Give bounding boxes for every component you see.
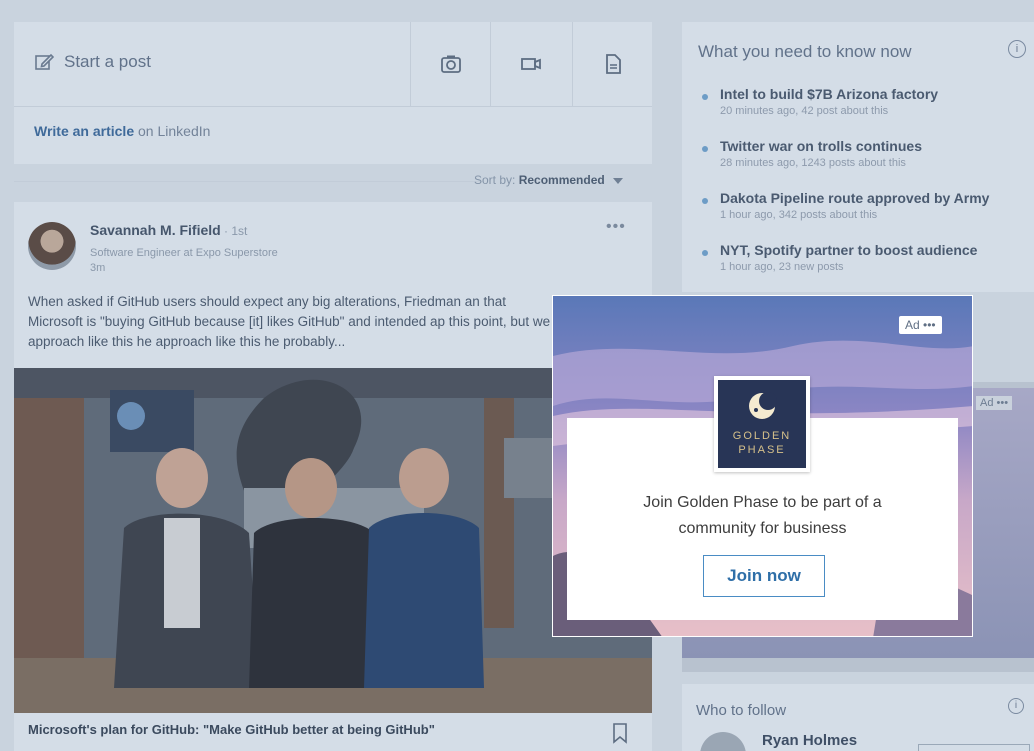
news-item[interactable]: Dakota Pipeline route approved by Army 1…	[698, 190, 1034, 242]
author-avatar[interactable]	[28, 222, 76, 270]
bullet-icon	[702, 198, 708, 204]
bullet-icon	[702, 94, 708, 100]
document-button[interactable]	[572, 22, 653, 106]
ad-popup: Ad ••• Join Golden Phase to be part of a…	[552, 295, 973, 637]
author-meta: Software Engineer at Expo Superstore 3m	[90, 246, 278, 276]
side-ad-label[interactable]: Ad •••	[976, 396, 1013, 410]
ad-message: Join Golden Phase to be part of a commun…	[643, 494, 882, 537]
sort-label: Sort by:	[474, 173, 519, 187]
author-name[interactable]: Savannah M. Fifield	[90, 222, 221, 238]
follow-button[interactable]	[918, 744, 1030, 751]
news-list: Intel to build $7B Arizona factory 20 mi…	[698, 86, 1034, 294]
news-meta: 28 minutes ago, 1243 posts about this	[720, 157, 906, 169]
author-name-row: Savannah M. Fifield · 1st	[90, 222, 247, 238]
bullet-icon	[702, 146, 708, 152]
follow-title: Who to follow	[696, 702, 787, 719]
author-headline: Software Engineer at Expo Superstore	[90, 247, 278, 259]
news-meta: 1 hour ago, 23 new posts	[720, 261, 844, 273]
bullet-icon	[702, 250, 708, 256]
photo-button[interactable]	[410, 22, 491, 106]
news-item[interactable]: Twitter war on trolls continues 28 minut…	[698, 138, 1034, 190]
golden-phase-logo: GOLDEN PHASE	[714, 376, 810, 472]
post-text: When asked if GitHub users should expect…	[28, 294, 551, 349]
post-composer: Start a post Write an article on LinkedI…	[14, 22, 652, 164]
who-to-follow: Who to follow i Ryan Holmes	[682, 684, 1034, 751]
document-icon	[606, 54, 621, 74]
feed-page: Start a post Write an article on LinkedI…	[0, 0, 1034, 751]
news-item[interactable]: Intel to build $7B Arizona factory 20 mi…	[698, 86, 1034, 138]
ad-badge[interactable]: Ad •••	[899, 316, 942, 334]
composer-row: Start a post	[14, 22, 652, 107]
info-icon[interactable]: i	[1008, 698, 1024, 714]
join-now-button[interactable]: Join now	[703, 555, 825, 597]
news-headline: Intel to build $7B Arizona factory	[720, 86, 939, 102]
info-icon[interactable]: i	[1008, 40, 1026, 58]
post-menu-button[interactable]: •••	[606, 218, 626, 236]
moon-icon	[749, 392, 777, 419]
follow-avatar[interactable]	[700, 732, 746, 751]
news-item[interactable]: NYT, Spotify partner to boost audience 1…	[698, 242, 1034, 294]
start-post-label: Start a post	[64, 52, 151, 71]
write-article-text: on LinkedIn	[134, 123, 211, 139]
news-headline: Dakota Pipeline route approved by Army	[720, 190, 990, 206]
video-button[interactable]	[490, 22, 571, 106]
start-post-button[interactable]: Start a post	[34, 52, 151, 72]
brand-name-line1: GOLDEN	[732, 430, 792, 442]
news-headline: NYT, Spotify partner to boost audience	[720, 242, 978, 258]
video-icon	[521, 58, 541, 70]
sort-divider	[14, 181, 484, 182]
news-panel: What you need to know now i Intel to bui…	[682, 22, 1034, 292]
pencil-icon	[35, 53, 54, 70]
post-time: 3m	[90, 262, 106, 274]
caret-down-icon	[612, 177, 623, 184]
news-meta: 1 hour ago, 342 posts about this	[720, 209, 878, 221]
bookmark-icon[interactable]	[612, 722, 628, 744]
camera-icon	[441, 55, 461, 73]
write-article-row: Write an article on LinkedIn	[34, 123, 210, 139]
post-caption[interactable]: Microsoft's plan for GitHub: "Make GitHu…	[28, 722, 435, 737]
write-article-link[interactable]: Write an article	[34, 123, 134, 139]
connection-degree: · 1st	[220, 224, 248, 238]
sort-dropdown[interactable]: Sort by: Recommended	[474, 173, 623, 187]
news-meta: 20 minutes ago, 42 post about this	[720, 105, 889, 117]
follow-name[interactable]: Ryan Holmes	[762, 732, 857, 749]
news-title: What you need to know now	[698, 42, 912, 61]
sort-value: Recommended	[518, 173, 605, 187]
brand-name-line2: PHASE	[738, 444, 786, 456]
news-headline: Twitter war on trolls continues	[720, 138, 922, 154]
